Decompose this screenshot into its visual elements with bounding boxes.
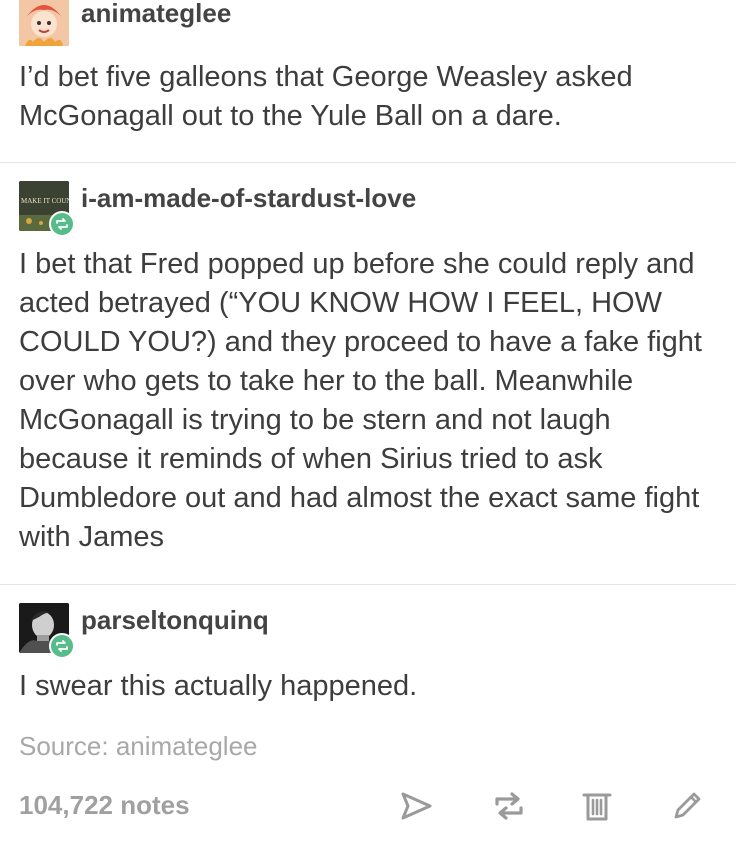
post-body: I’d bet five galleons that George Weasle… — [19, 61, 633, 132]
divider — [0, 162, 736, 163]
username[interactable]: parseltonquinq — [81, 605, 269, 636]
share-icon[interactable] — [396, 786, 436, 826]
username[interactable]: animateglee — [81, 0, 231, 29]
trash-icon[interactable] — [577, 786, 617, 826]
reblog-badge-icon — [49, 633, 75, 659]
avatar-caption: MAKE IT COUNT — [21, 197, 69, 205]
username[interactable]: i-am-made-of-stardust-love — [81, 183, 416, 214]
pencil-icon[interactable] — [667, 786, 707, 826]
source-link[interactable]: animateglee — [116, 731, 258, 761]
post-body: I bet that Fred popped up before she cou… — [19, 248, 702, 553]
divider — [0, 584, 736, 585]
source-line: Source: animateglee — [19, 731, 257, 762]
reblog-badge-icon — [49, 211, 75, 237]
notes-count[interactable]: 104,722 notes — [19, 790, 190, 821]
reblog-icon[interactable] — [489, 786, 529, 826]
post-body: I swear this actually happened. — [19, 670, 418, 702]
avatar[interactable] — [19, 0, 69, 46]
source-label: Source: — [19, 731, 116, 761]
